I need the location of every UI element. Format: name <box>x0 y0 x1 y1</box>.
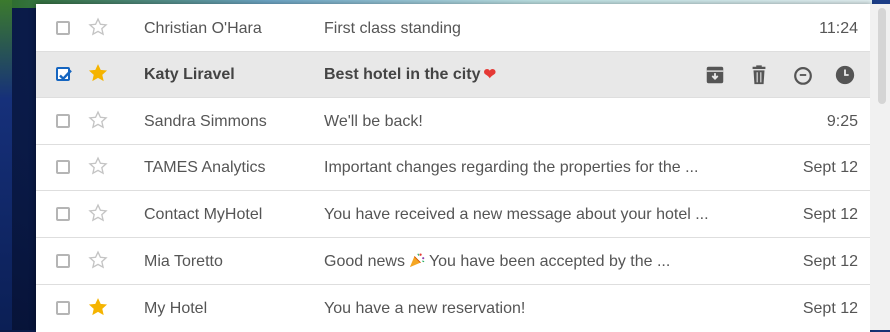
email-subject: Important changes regarding the properti… <box>324 159 699 176</box>
snooze-icon[interactable] <box>792 64 814 86</box>
email-time: Sept 12 <box>802 159 858 176</box>
email-subject-text: You have been accepted by the ... <box>428 253 671 270</box>
star-icon[interactable] <box>88 250 108 270</box>
email-subject: Good news You have been accepted by the .… <box>324 239 670 285</box>
row-checkbox[interactable] <box>56 67 72 81</box>
checkmark-icon <box>59 69 72 81</box>
row-checkbox[interactable] <box>56 21 70 35</box>
star-icon[interactable] <box>88 297 108 317</box>
email-subject: We'll be back! <box>324 113 423 130</box>
email-row[interactable]: My Hotel You have a new reservation! Sep… <box>36 286 870 332</box>
email-subject: You have a new reservation! <box>324 300 526 317</box>
email-row[interactable]: Christian O'Hara First class standing 11… <box>36 6 870 52</box>
scrollbar-thumb[interactable] <box>878 8 886 104</box>
sender-name: Sandra Simmons <box>144 113 267 130</box>
email-subject-text: Good news <box>324 253 405 270</box>
email-time: 11:24 <box>819 20 858 37</box>
email-subject: Best hotel in the city ❤ <box>324 52 496 98</box>
party-popper-icon <box>409 253 425 268</box>
background-left <box>0 0 12 330</box>
row-checkbox[interactable] <box>56 254 70 268</box>
email-subject-text: Best hotel in the city <box>324 66 481 83</box>
sender-name: TAMES Analytics <box>144 159 266 176</box>
star-icon[interactable] <box>88 156 108 176</box>
row-actions <box>704 64 856 86</box>
email-row[interactable]: Contact MyHotel You have received a new … <box>36 192 870 238</box>
row-checkbox[interactable] <box>56 207 70 221</box>
sender-name: Mia Toretto <box>144 253 223 270</box>
email-row-selected[interactable]: Katy Liravel Best hotel in the city ❤ <box>36 52 870 98</box>
email-time: Sept 12 <box>802 253 858 270</box>
star-icon[interactable] <box>88 17 108 37</box>
sender-name: Katy Liravel <box>144 66 235 83</box>
email-row[interactable]: Mia Toretto Good news You have been accep… <box>36 239 870 285</box>
email-subject: First class standing <box>324 20 461 37</box>
email-time: Sept 12 <box>802 206 858 223</box>
sender-name: Contact MyHotel <box>144 206 263 223</box>
email-time: Sept 12 <box>802 300 858 317</box>
star-icon[interactable] <box>88 63 108 83</box>
row-checkbox[interactable] <box>56 160 70 174</box>
star-icon[interactable] <box>88 203 108 223</box>
row-checkbox[interactable] <box>56 301 70 315</box>
archive-icon[interactable] <box>704 64 726 86</box>
delete-icon[interactable] <box>748 64 770 86</box>
sender-name: My Hotel <box>144 300 208 317</box>
email-row[interactable]: Sandra Simmons We'll be back! 9:25 <box>36 99 870 145</box>
star-icon[interactable] <box>88 110 108 130</box>
schedule-icon[interactable] <box>834 64 856 86</box>
sender-name: Christian O'Hara <box>144 20 262 37</box>
email-row[interactable]: TAMES Analytics Important changes regard… <box>36 145 870 191</box>
email-subject: You have received a new message about yo… <box>324 206 709 223</box>
row-checkbox[interactable] <box>56 114 70 128</box>
heart-icon: ❤ <box>483 66 497 83</box>
email-time: 9:25 <box>826 113 858 130</box>
